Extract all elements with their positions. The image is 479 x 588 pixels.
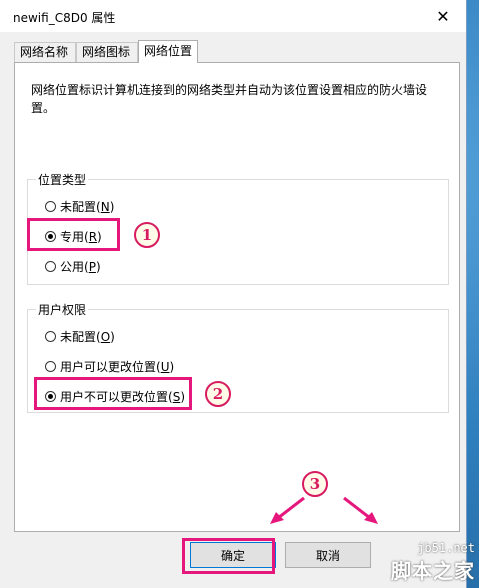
step-marker-two: 2 <box>205 381 231 407</box>
radio-selected-icon <box>45 231 56 242</box>
cancel-button[interactable]: 取消 <box>285 542 371 568</box>
radio-circle-icon <box>45 201 56 212</box>
close-button[interactable]: ✕ <box>420 0 466 32</box>
radio-circle-icon <box>45 261 56 272</box>
tab-network-name[interactable]: 网络名称 <box>14 42 76 62</box>
properties-dialog: newifi_C8D0 属性 ✕ 网络名称 网络图标 网络位置 网络位置标识计算… <box>0 0 467 588</box>
tab-network-icon[interactable]: 网络图标 <box>76 42 138 62</box>
radio-location-private[interactable]: 专用(R) <box>45 228 102 245</box>
step-marker-one: 1 <box>134 222 160 248</box>
close-icon: ✕ <box>436 6 450 26</box>
ok-button[interactable]: 确定 <box>190 542 276 568</box>
tab-network-location[interactable]: 网络位置 <box>138 40 198 63</box>
radio-permission-can-change[interactable]: 用户可以更改位置(U) <box>45 358 174 375</box>
radio-circle-icon <box>45 331 56 342</box>
location-type-legend: 位置类型 <box>36 171 89 188</box>
tab-panel: 网络位置标识计算机连接到的网络类型并自动为该位置设置相应的防火墙设置。 位置类型… <box>14 62 460 532</box>
user-permission-legend: 用户权限 <box>36 301 89 318</box>
radio-location-not-configured[interactable]: 未配置(N) <box>45 198 114 215</box>
watermark: jb51.net 脚本之家 <box>391 541 475 584</box>
watermark-url: jb51.net <box>417 541 475 555</box>
arrow-to-ok-icon <box>270 496 305 524</box>
user-permission-group: 用户权限 未配置(O) 用户可以更改位置(U) 用户不可以更改位置(S) <box>27 301 449 413</box>
description-text: 网络位置标识计算机连接到的网络类型并自动为该位置设置相应的防火墙设置。 <box>31 83 428 115</box>
radio-permission-not-configured[interactable]: 未配置(O) <box>45 328 115 345</box>
radio-permission-cannot-change[interactable]: 用户不可以更改位置(S) <box>45 388 185 405</box>
window-title: newifi_C8D0 属性 <box>13 11 116 25</box>
location-type-group: 位置类型 未配置(N) 专用(R) 公用(P) <box>27 171 449 285</box>
title-bar: newifi_C8D0 属性 ✕ <box>0 0 466 32</box>
radio-location-public[interactable]: 公用(P) <box>45 258 101 275</box>
watermark-text: 脚本之家 <box>391 559 475 583</box>
radio-selected-icon <box>45 391 56 402</box>
radio-circle-icon <box>45 361 56 372</box>
arrow-to-cancel-icon <box>343 496 378 524</box>
